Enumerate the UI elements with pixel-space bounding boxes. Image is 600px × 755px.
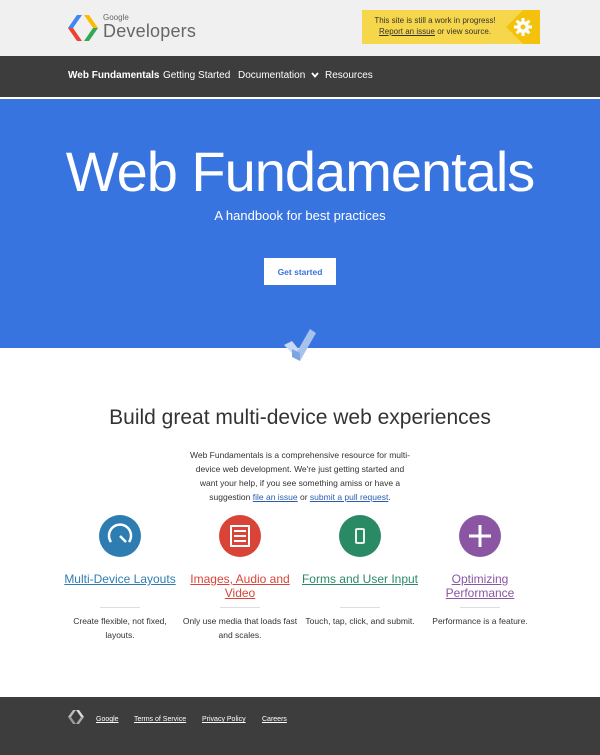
hero-banner: Web Fundamentals A handbook for best pra… xyxy=(0,99,600,348)
footer-link-google[interactable]: Google xyxy=(96,716,119,723)
feature-images-circle[interactable] xyxy=(219,515,261,557)
feature-multi-device-title[interactable]: Multi-Device Layouts xyxy=(60,572,180,586)
top-bar: Google Developers This site is still a w… xyxy=(0,0,600,56)
notice-line2: or view source. xyxy=(435,27,492,36)
feature-forms-desc: Touch, tap, click, and submit. xyxy=(305,616,415,626)
feature-images-title[interactable]: Images, Audio and Video xyxy=(180,572,300,600)
notice-line1: This site is still a work in progress! xyxy=(374,16,496,25)
nav-item-documentation-label: Documentation xyxy=(238,70,306,81)
feature-performance-circle[interactable] xyxy=(459,515,501,557)
hero-subtitle: A handbook for best practices xyxy=(214,208,386,223)
document-icon xyxy=(230,525,250,547)
main-nav: Web Fundamentals Getting Started Documen… xyxy=(0,56,600,97)
footer-link-terms[interactable]: Terms of Service xyxy=(134,716,186,723)
feature-divider xyxy=(220,607,260,608)
feature-performance-title[interactable]: Optimizing Performance xyxy=(420,572,540,600)
footer: Google Terms of Service Privacy Policy C… xyxy=(0,697,600,755)
developers-brackets-icon xyxy=(68,15,98,41)
footer-link-privacy[interactable]: Privacy Policy xyxy=(202,716,246,723)
developers-logo-icon[interactable] xyxy=(68,710,84,724)
feature-forms-circle[interactable] xyxy=(339,515,381,557)
gear-icon xyxy=(506,10,538,44)
nav-item-web-fundamentals[interactable]: Web Fundamentals xyxy=(68,70,160,81)
intro-paragraph: Web Fundamentals is a comprehensive reso… xyxy=(190,448,410,504)
footer-link-careers[interactable]: Careers xyxy=(262,716,287,723)
intro-end: . xyxy=(388,492,391,502)
feature-divider xyxy=(340,607,380,608)
file-issue-link[interactable]: file an issue xyxy=(253,492,298,502)
nav-item-getting-started[interactable]: Getting Started xyxy=(163,70,230,81)
get-started-button[interactable]: Get started xyxy=(264,258,336,285)
section-title: Build great multi-device web experiences xyxy=(109,406,491,429)
report-issue-link[interactable]: Report an issue xyxy=(379,27,435,36)
feature-images-desc: Only use media that loads fast and scale… xyxy=(182,616,298,640)
hero-title: Web Fundamentals xyxy=(65,140,536,203)
feature-multi-device-desc: Create flexible, not fixed, layouts. xyxy=(73,616,167,640)
plus-icon xyxy=(469,525,491,547)
feature-divider xyxy=(460,607,500,608)
pull-request-link[interactable]: submit a pull request xyxy=(310,492,388,502)
nav-item-resources[interactable]: Resources xyxy=(325,70,373,81)
nav-item-documentation[interactable]: Documentation xyxy=(238,70,319,81)
gauge-icon xyxy=(107,523,133,543)
checkmark-icon xyxy=(284,329,316,361)
feature-forms-title[interactable]: Forms and User Input xyxy=(300,572,420,586)
intro-or: or xyxy=(297,492,310,502)
phone-icon xyxy=(355,528,365,544)
chevron-down-icon xyxy=(311,72,319,79)
notice-badge xyxy=(506,10,540,44)
feature-divider xyxy=(100,607,140,608)
feature-multi-device-circle[interactable] xyxy=(99,515,141,557)
work-in-progress-notice: This site is still a work in progress! R… xyxy=(362,10,540,44)
logo-developers-text: Developers xyxy=(103,21,197,41)
google-developers-logo[interactable]: Google Developers xyxy=(68,13,196,43)
feature-performance-desc: Performance is a feature. xyxy=(432,616,528,626)
